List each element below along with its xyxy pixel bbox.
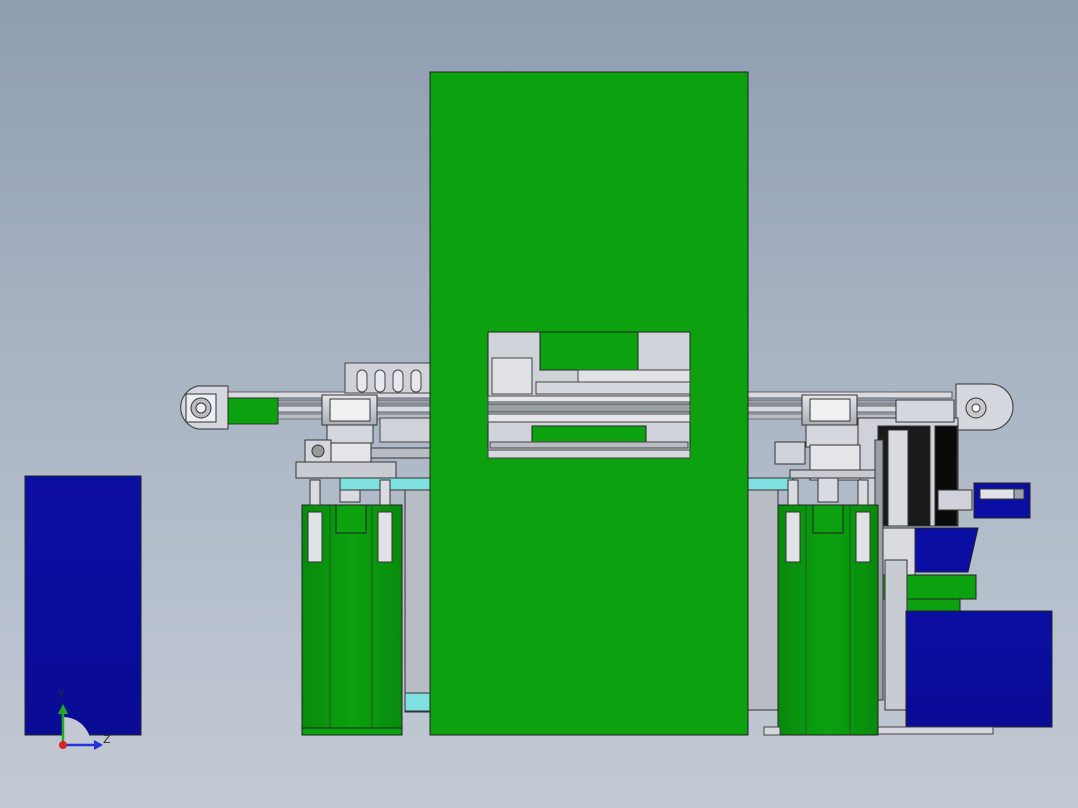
left-green-slider [227, 397, 279, 425]
right-green-housing[interactable] [763, 479, 879, 736]
cad-viewport[interactable]: Y Z [0, 0, 1078, 808]
central-window[interactable] [487, 331, 691, 459]
cad-assembly-drawing[interactable] [0, 0, 1078, 808]
triad-y-label: Y [58, 688, 65, 701]
triad-z-label: Z [103, 733, 111, 746]
right-belt-pulley[interactable] [955, 383, 1014, 431]
right-base-rail [877, 726, 994, 735]
right-blue-cabinet[interactable] [905, 610, 1053, 728]
left-blue-cabinet[interactable] [24, 475, 142, 736]
right-blue-motor[interactable] [973, 482, 1031, 519]
left-green-housing[interactable] [301, 479, 403, 736]
left-belt-pulley[interactable] [180, 385, 229, 430]
